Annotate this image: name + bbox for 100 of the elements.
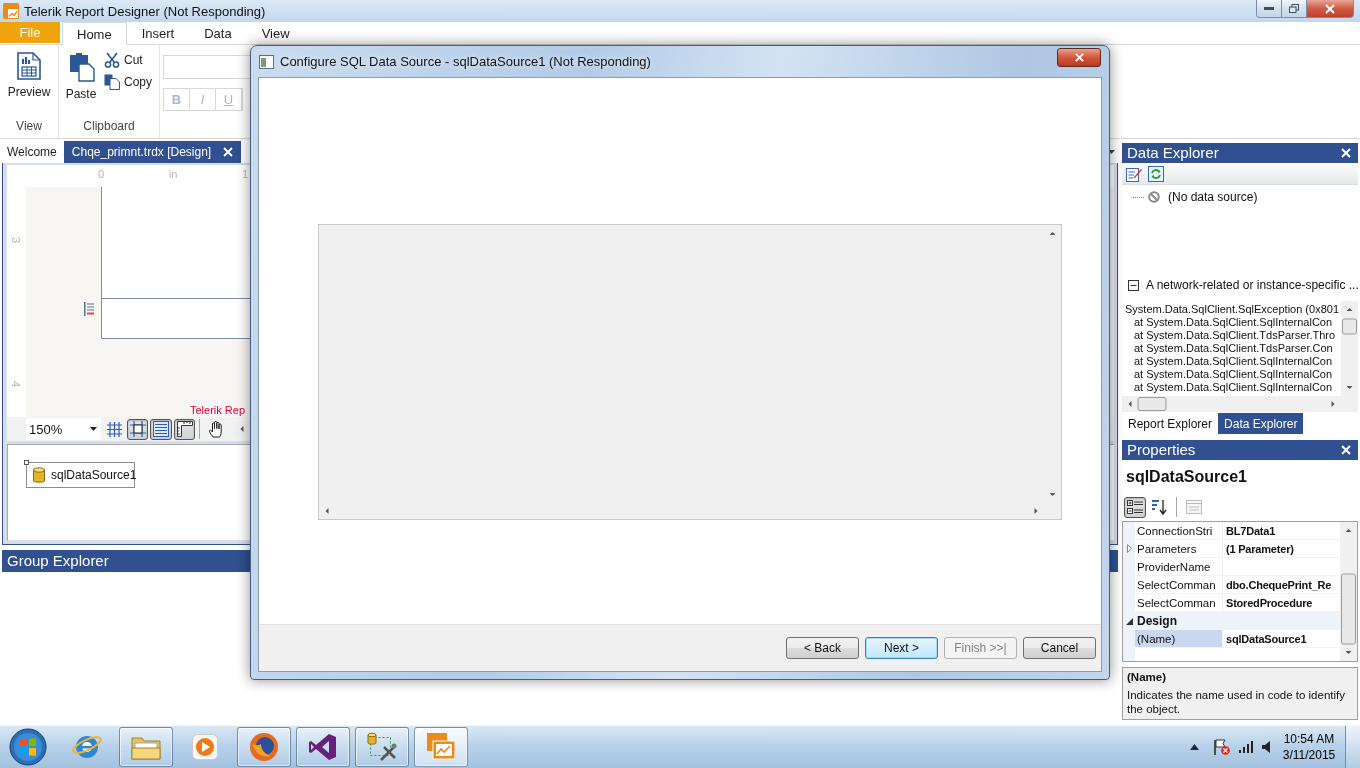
stack-trace-line: at System.Data.SqlClient.TdsParser.Con bbox=[1133, 342, 1334, 355]
preview-button[interactable]: Preview bbox=[3, 50, 55, 99]
ribbon-tab[interactable]: Home bbox=[62, 22, 127, 46]
ruler-label: 0 bbox=[97, 168, 105, 182]
expand-arrow-icon[interactable] bbox=[1126, 544, 1132, 553]
window-icon bbox=[259, 54, 274, 69]
panel-title: Data Explorer bbox=[1127, 143, 1219, 163]
property-name-cell[interactable]: (Name) bbox=[1135, 630, 1223, 647]
chevron-up-icon[interactable] bbox=[1190, 744, 1199, 750]
close-icon[interactable] bbox=[1341, 445, 1351, 455]
caret-icon[interactable] bbox=[1108, 149, 1115, 154]
property-value-cell[interactable]: sqlDataSource1 bbox=[1223, 630, 1340, 647]
stack-trace-line: at System.Data.SqlClient.SqlInternalCon bbox=[1133, 368, 1334, 381]
globe-icon[interactable] bbox=[249, 732, 279, 762]
selection-handle-icon[interactable] bbox=[24, 460, 29, 465]
panel-title: Group Explorer bbox=[7, 551, 109, 571]
group-label: Clipboard bbox=[82, 118, 136, 135]
property-name-cell[interactable]: SelectComman bbox=[1135, 594, 1223, 611]
database-icon bbox=[33, 466, 45, 484]
panel-tab[interactable]: Report Explorer bbox=[1122, 413, 1219, 434]
dialog-button[interactable]: < Back bbox=[786, 637, 859, 659]
description-title: (Name) bbox=[1127, 670, 1166, 685]
minimize-button[interactable] bbox=[1256, 0, 1282, 18]
panel-tab[interactable]: Data Explorer bbox=[1218, 413, 1304, 434]
ribbon-tab[interactable]: Insert bbox=[126, 22, 190, 45]
trial-notice-text: Telerik Rep bbox=[190, 403, 246, 417]
loop-ribbon-icon[interactable] bbox=[308, 732, 338, 762]
property-value-cell[interactable]: BL7Data1 bbox=[1223, 522, 1340, 539]
panel-title: Properties bbox=[1127, 440, 1196, 460]
report-chart-icon bbox=[3, 3, 19, 19]
component-item[interactable]: sqlDataSource1 bbox=[26, 462, 135, 488]
folder-icon[interactable] bbox=[131, 734, 161, 760]
stack-trace-line: at System.Data.SqlClient.SqlInternalCon bbox=[1133, 355, 1334, 368]
tree-item[interactable]: (No data source) bbox=[1168, 190, 1258, 204]
refresh-icon[interactable] bbox=[1148, 165, 1164, 182]
ruler-label: in bbox=[168, 168, 178, 182]
window-title: Telerik Report Designer (Not Responding) bbox=[24, 3, 266, 19]
copy-icon[interactable] bbox=[104, 74, 120, 90]
property-value-cell[interactable]: (1 Parameter) bbox=[1223, 540, 1340, 557]
property-value-cell[interactable]: StoredProcedure bbox=[1223, 594, 1340, 611]
clock-button[interactable]: 10:54 AM 3/11/2015 bbox=[1280, 731, 1338, 763]
dialog-title: Configure SQL Data Source - sqlDataSource1 (Not Responding) bbox=[280, 54, 651, 69]
document-tab[interactable]: Welcome bbox=[3, 141, 61, 163]
collapse-icon[interactable] bbox=[1128, 279, 1139, 291]
error-summary: A network-related or instance-specific ... bbox=[1146, 278, 1359, 292]
orb-icon[interactable] bbox=[8, 728, 47, 766]
stack-trace-line: at System.Data.SqlClient.TdsParser.Thro bbox=[1133, 329, 1337, 342]
zoom-combobox[interactable]: 150% bbox=[26, 418, 102, 440]
scissors-icon[interactable] bbox=[104, 52, 120, 68]
edit-icon[interactable] bbox=[1126, 165, 1142, 182]
close-icon[interactable] bbox=[223, 147, 234, 157]
show-desktop-button[interactable] bbox=[1345, 726, 1360, 768]
stack-trace-line: at System.Data.SqlClient.SqlInternalCon bbox=[1133, 316, 1334, 329]
flag-icon[interactable] bbox=[1214, 739, 1230, 755]
description-text: Indicates the name used in code to identify the object. bbox=[1127, 688, 1346, 716]
vertical-scrollbar[interactable] bbox=[1340, 522, 1357, 661]
clipboard-icon[interactable] bbox=[67, 52, 95, 82]
property-name-cell[interactable]: SelectComman bbox=[1135, 576, 1223, 593]
signal-bars-icon[interactable] bbox=[1239, 741, 1253, 753]
stack-trace-line: at System.Data.SqlClient.SqlInternalCon bbox=[1133, 381, 1334, 394]
close-icon[interactable] bbox=[1341, 148, 1351, 158]
horizontal-scrollbar[interactable] bbox=[1122, 396, 1341, 412]
report-chart-icon[interactable] bbox=[427, 733, 455, 761]
collapse-arrow-icon[interactable] bbox=[1125, 617, 1133, 625]
property-name-cell[interactable]: ConnectionStri bbox=[1135, 522, 1223, 539]
close-button[interactable] bbox=[1306, 0, 1354, 18]
section-lines-icon bbox=[84, 302, 94, 316]
no-entry-icon bbox=[1148, 191, 1160, 203]
close-button[interactable] bbox=[1057, 48, 1101, 67]
property-value-cell[interactable]: dbo.ChequePrint_Re bbox=[1223, 576, 1340, 593]
property-name-cell[interactable]: Parameters bbox=[1135, 540, 1223, 557]
speaker-icon[interactable] bbox=[1262, 741, 1270, 753]
close-icon[interactable] bbox=[1325, 3, 1335, 14]
restore-button[interactable] bbox=[1281, 0, 1307, 18]
restore-icon[interactable] bbox=[1289, 4, 1299, 13]
tree-connector-icon bbox=[1133, 196, 1145, 198]
dialog-button[interactable]: Cancel bbox=[1023, 637, 1096, 659]
dialog-button[interactable]: Next > bbox=[865, 637, 938, 659]
document-tab[interactable]: Chqe_primnt.trdx [Design] bbox=[63, 141, 242, 163]
close-icon[interactable] bbox=[1074, 53, 1084, 62]
report-page-icon[interactable] bbox=[17, 52, 41, 80]
caret-icon[interactable] bbox=[90, 427, 98, 431]
vertical-scrollbar[interactable] bbox=[1341, 301, 1358, 396]
cut-button[interactable]: Cut bbox=[104, 52, 156, 68]
ruler-label: 4 bbox=[10, 380, 23, 388]
ribbon-tab[interactable]: View bbox=[246, 22, 305, 45]
ruler-label: 1 bbox=[241, 168, 249, 182]
group-label: View bbox=[15, 118, 43, 135]
play-icon[interactable] bbox=[192, 734, 218, 760]
database-tools-icon[interactable] bbox=[367, 732, 397, 762]
taskbar-button[interactable] bbox=[237, 727, 291, 767]
ribbon-tab[interactable]: Data bbox=[189, 22, 247, 45]
object-name: sqlDataSource1 bbox=[1126, 468, 1247, 486]
paste-button[interactable]: Paste bbox=[62, 50, 100, 101]
taskbar-button[interactable] bbox=[355, 727, 409, 767]
ruler-label: 3 bbox=[10, 236, 23, 244]
copy-button[interactable]: Copy bbox=[104, 74, 156, 90]
taskbar-button[interactable] bbox=[296, 727, 350, 767]
property-name-cell[interactable]: ProviderName bbox=[1135, 558, 1223, 575]
stack-trace-line: System.Data.SqlClient.SqlException (0x801 bbox=[1125, 303, 1340, 316]
